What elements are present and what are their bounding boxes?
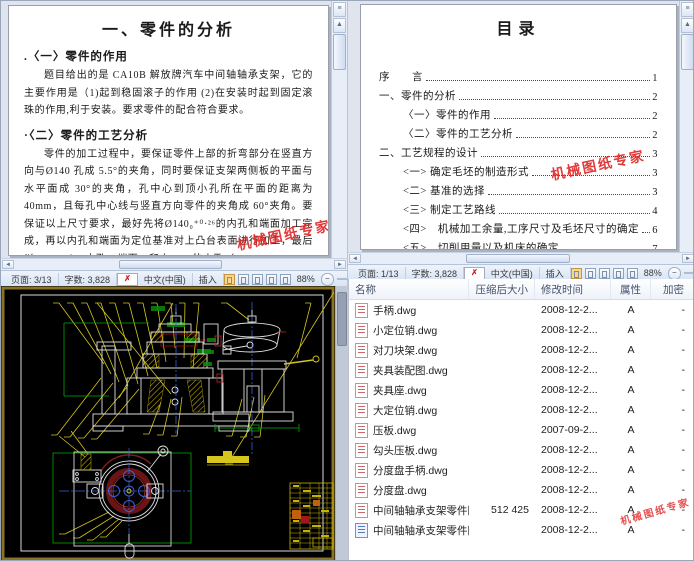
toc-entry[interactable]: <二> 基准的选择3: [379, 179, 658, 198]
ruler-toggle-icon[interactable]: ≡: [681, 2, 694, 17]
page-indicator[interactable]: 页面: 1/13: [352, 267, 406, 280]
word-window-analysis: 一、零件的分析 .〈一〉零件的作用 题目给出的是 CA10B 解放牌汽车中间轴轴…: [1, 1, 348, 286]
scroll-right-icon[interactable]: ►: [682, 254, 694, 263]
view-web-layout-button[interactable]: [599, 268, 610, 279]
insert-mode-indicator[interactable]: 插入: [540, 267, 571, 280]
doc1-hscroll-thumb[interactable]: [119, 260, 223, 269]
view-draft-button[interactable]: [627, 268, 638, 279]
file-row[interactable]: 分度盘.dwg2008-12-2...A-: [349, 480, 694, 500]
doc2-horizontal-scrollbar[interactable]: ◄ ►: [348, 252, 694, 264]
view-fullscreen-button[interactable]: [238, 274, 249, 285]
archive-file-list: 名称 压缩后大小 修改时间 属性 加密 手柄.dwg2008-12-2...A-…: [348, 279, 694, 561]
zoom-slider[interactable]: [684, 272, 694, 274]
toc-entry[interactable]: 序 言1: [379, 65, 658, 84]
page-indicator[interactable]: 页面: 3/13: [5, 273, 59, 286]
file-row[interactable]: 分度盘手柄.dwg2008-12-2...A-: [349, 460, 694, 480]
doc1-heading-1: .〈一〉零件的作用: [24, 48, 313, 64]
file-row[interactable]: 对刀块架.dwg2008-12-2...A-: [349, 340, 694, 360]
dwg-file-icon: [355, 343, 368, 358]
zoom-out-icon[interactable]: −: [668, 267, 681, 280]
view-web-layout-button[interactable]: [252, 274, 263, 285]
toc-entry[interactable]: <五> 切削用量以及机床的确定7: [379, 236, 658, 250]
file-row[interactable]: 手柄.dwg2008-12-2...A-: [349, 300, 694, 320]
doc2-view-area: 目录 序 言1 一、零件的分析2 〈一〉零件的作用2 〈二〉零件的工艺分析2 二…: [348, 1, 694, 252]
scroll-left-icon[interactable]: ◄: [349, 254, 361, 263]
doc1-horizontal-scrollbar[interactable]: ◄ ►: [1, 258, 347, 270]
cad-canvas[interactable]: [1, 286, 336, 561]
dwg-file-icon: [355, 303, 368, 318]
view-print-layout-button[interactable]: [571, 268, 582, 279]
doc2-vertical-scrollbar[interactable]: ≡ ▲: [679, 1, 694, 252]
doc1-statusbar: 页面: 3/13 字数: 3,828 ✗ 中文(中国) 插入 88% − +: [1, 270, 347, 287]
dwg-file-icon: [355, 323, 368, 338]
file-row[interactable]: 中间轴轴承支架零件图-...2008-12-2...A-: [349, 520, 694, 540]
dwg-file-icon: [355, 423, 368, 438]
file-row[interactable]: 夹具装配图.dwg2008-12-2...A-: [349, 360, 694, 380]
toc-entry[interactable]: 〈一〉零件的作用2: [379, 103, 658, 122]
view-draft-button[interactable]: [280, 274, 291, 285]
doc2-hscroll-thumb[interactable]: [466, 254, 570, 263]
column-header-size[interactable]: 压缩后大小: [469, 279, 535, 299]
doc1-paragraph-1: 题目给出的是 CA10B 解放牌汽车中间轴轴承支架，它的主要作用是（1)起到稳固…: [24, 67, 313, 120]
spellcheck-icon[interactable]: ✗: [117, 273, 138, 286]
view-fullscreen-button[interactable]: [585, 268, 596, 279]
toc-entry[interactable]: 一、零件的分析2: [379, 84, 658, 103]
cad-scroll-thumb[interactable]: [337, 292, 347, 346]
insert-mode-indicator[interactable]: 插入: [193, 273, 224, 286]
ruler-toggle-icon[interactable]: ≡: [333, 2, 346, 17]
language-indicator[interactable]: 中文(中国): [138, 273, 193, 286]
doc1-vscroll-thumb[interactable]: [333, 34, 346, 70]
spellcheck-icon[interactable]: ✗: [464, 267, 485, 280]
doc2-page[interactable]: 目录 序 言1 一、零件的分析2 〈一〉零件的作用2 〈二〉零件的工艺分析2 二…: [360, 4, 677, 250]
word-count[interactable]: 字数: 3,828: [59, 273, 118, 286]
cad-right-scroll-strip[interactable]: [335, 286, 348, 561]
composite-screenshot: 一、零件的分析 .〈一〉零件的作用 题目给出的是 CA10B 解放牌汽车中间轴轴…: [0, 0, 694, 561]
zoom-level[interactable]: 88%: [641, 268, 665, 278]
doc-file-icon: [355, 523, 368, 538]
scroll-right-icon[interactable]: ►: [334, 260, 346, 269]
word-window-toc: 目录 序 言1 一、零件的分析2 〈一〉零件的作用2 〈二〉零件的工艺分析2 二…: [348, 1, 694, 279]
dwg-file-icon: [355, 483, 368, 498]
dwg-file-icon: [355, 363, 368, 378]
toc-entry[interactable]: <三> 制定工艺路线4: [379, 198, 658, 217]
scroll-up-icon[interactable]: ▲: [333, 18, 346, 33]
zoom-out-icon[interactable]: −: [321, 273, 334, 286]
column-header-attr[interactable]: 属性: [611, 279, 651, 299]
column-header-name[interactable]: 名称: [349, 279, 469, 299]
view-outline-button[interactable]: [613, 268, 624, 279]
language-indicator[interactable]: 中文(中国): [485, 267, 540, 280]
scroll-left-icon[interactable]: ◄: [2, 260, 14, 269]
dwg-file-icon: [355, 403, 368, 418]
doc1-vertical-scrollbar[interactable]: ≡ ▲: [331, 1, 347, 258]
toc-entry[interactable]: <四> 机械加工余量,工序尺寸及毛坯尺寸的确定6: [379, 217, 658, 236]
file-row[interactable]: 压板.dwg2007-09-2...A-: [349, 420, 694, 440]
dwg-file-icon: [355, 503, 368, 518]
column-header-encrypted[interactable]: 加密: [651, 279, 694, 299]
dwg-file-icon: [355, 463, 368, 478]
scroll-up-icon[interactable]: ▲: [681, 18, 694, 33]
dwg-file-icon: [355, 443, 368, 458]
view-outline-button[interactable]: [266, 274, 277, 285]
file-row[interactable]: 大定位销.dwg2008-12-2...A-: [349, 400, 694, 420]
file-row[interactable]: 夹具座.dwg2008-12-2...A-: [349, 380, 694, 400]
file-row[interactable]: 勾头压板.dwg2008-12-2...A-: [349, 440, 694, 460]
doc1-heading-2: ·〈二〉零件的工艺分析: [24, 127, 313, 143]
doc1-view-area: 一、零件的分析 .〈一〉零件的作用 题目给出的是 CA10B 解放牌汽车中间轴轴…: [1, 1, 347, 258]
column-header-date[interactable]: 修改时间: [535, 279, 611, 299]
file-list-header: 名称 压缩后大小 修改时间 属性 加密: [349, 279, 694, 300]
toc-title: 目录: [379, 15, 658, 39]
zoom-level[interactable]: 88%: [294, 274, 318, 284]
file-row[interactable]: 小定位销.dwg2008-12-2...A-: [349, 320, 694, 340]
view-print-layout-button[interactable]: [224, 274, 235, 285]
doc2-vscroll-thumb[interactable]: [681, 34, 694, 70]
doc1-title: 一、零件的分析: [24, 16, 313, 40]
toc-entry[interactable]: 〈二〉零件的工艺分析2: [379, 122, 658, 141]
word-count[interactable]: 字数: 3,828: [406, 267, 465, 280]
doc1-page[interactable]: 一、零件的分析 .〈一〉零件的作用 题目给出的是 CA10B 解放牌汽车中间轴轴…: [8, 5, 329, 256]
cad-window: [1, 286, 348, 561]
dwg-file-icon: [355, 383, 368, 398]
